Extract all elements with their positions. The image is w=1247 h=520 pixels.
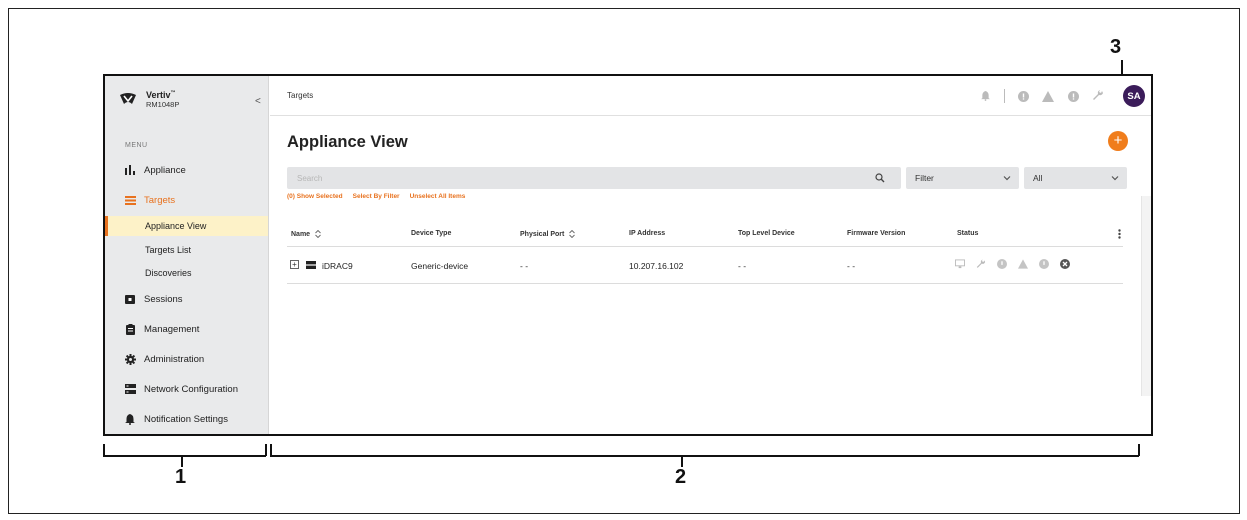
scope-select-value: All <box>1033 173 1043 183</box>
filter-select[interactable]: Filter <box>906 167 1019 189</box>
sidebar-item-notification-settings[interactable]: Notification Settings <box>105 407 268 431</box>
brand-model: RM1048P <box>146 100 180 109</box>
collapse-sidebar-button[interactable]: < <box>255 96 261 107</box>
sidebar-item-label: Sessions <box>144 293 183 305</box>
select-by-filter-link[interactable]: Select By Filter <box>353 193 400 200</box>
chevron-down-icon <box>1003 176 1011 181</box>
sidebar-item-label: Network Configuration <box>144 383 238 395</box>
user-avatar[interactable]: SA <box>1123 85 1145 107</box>
sidebar-item-label: Targets <box>144 194 176 206</box>
column-options-icon[interactable] <box>1118 229 1121 239</box>
vertiv-logo-icon <box>120 93 136 104</box>
column-header-device-type[interactable]: Device Type <box>411 230 451 237</box>
cell-ip-address: 10.207.16.102 <box>629 261 684 271</box>
error-icon[interactable] <box>1060 259 1070 269</box>
sidebar-subitem-targets-list[interactable]: Targets List <box>105 240 268 260</box>
breadcrumb: Targets <box>287 91 314 100</box>
cell-firmware-version: - - <box>847 261 856 271</box>
bracket-1-base <box>103 455 266 457</box>
search-input[interactable] <box>287 167 867 189</box>
callout-2: 2 <box>675 466 687 488</box>
column-header-top-level-device[interactable]: Top Level Device <box>738 230 795 237</box>
scrollbar[interactable] <box>1141 196 1151 396</box>
cell-physical-port: - - <box>520 261 529 271</box>
search-bar <box>287 167 901 189</box>
table-header: Name Device Type Physical Port IP Addres… <box>287 221 1123 247</box>
wrench-icon[interactable] <box>976 259 986 269</box>
filter-select-value: Filter <box>915 173 934 183</box>
application-screen: Vertiv™ RM1048P < MENU Appliance Targets… <box>103 74 1153 436</box>
sidebar-item-targets[interactable]: Targets <box>105 188 268 212</box>
sort-icon[interactable] <box>315 230 321 238</box>
column-header-firmware-version[interactable]: Firmware Version <box>847 230 905 237</box>
selection-links: (0) Show Selected Select By Filter Unsel… <box>287 193 475 200</box>
cell-status <box>955 259 1081 269</box>
column-header-ip-address[interactable]: IP Address <box>629 230 665 237</box>
search-icon[interactable] <box>875 173 885 183</box>
sidebar: Vertiv™ RM1048P < MENU Appliance Targets… <box>105 76 269 434</box>
warning-icon[interactable] <box>1041 89 1055 103</box>
alert-icon[interactable] <box>1039 259 1049 269</box>
warning-icon[interactable] <box>1018 259 1028 269</box>
table-row[interactable]: + iDRAC9 Generic-device - - 10.207.16.10… <box>287 247 1123 284</box>
sidebar-item-label: Administration <box>144 353 205 365</box>
bracket-2-base <box>270 455 1139 457</box>
sidebar-item-appliance[interactable]: Appliance <box>105 158 268 182</box>
unselect-all-link[interactable]: Unselect All Items <box>410 193 466 200</box>
show-selected-link[interactable]: (0) Show Selected <box>287 193 343 200</box>
sidebar-subitem-appliance-view[interactable]: Appliance View <box>105 216 268 236</box>
top-bar: Targets SA <box>270 76 1151 116</box>
sidebar-item-administration[interactable]: Administration <box>105 347 268 371</box>
bar-chart-icon <box>124 164 136 176</box>
server-icon <box>306 261 316 269</box>
menu-label: MENU <box>125 142 148 149</box>
sort-icon[interactable] <box>569 230 576 238</box>
column-header-physical-port[interactable]: Physical Port <box>520 230 576 238</box>
info-icon[interactable] <box>997 259 1007 269</box>
header-divider <box>1004 89 1005 103</box>
info-icon[interactable] <box>1016 89 1030 103</box>
cell-name[interactable]: iDRAC9 <box>322 261 353 271</box>
callout-1: 1 <box>175 466 187 488</box>
clipboard-icon <box>124 323 136 335</box>
sidebar-item-label: Management <box>144 323 200 335</box>
header-icons: SA <box>967 84 1145 108</box>
sidebar-subitem-discoveries[interactable]: Discoveries <box>105 263 268 283</box>
main-content: Targets SA Appliance View + Search Filte… <box>270 76 1151 434</box>
chevron-down-icon <box>1111 176 1119 181</box>
sidebar-item-sessions[interactable]: Sessions <box>105 287 268 311</box>
monitor-icon <box>124 293 136 305</box>
network-icon <box>124 383 136 395</box>
cell-top-level-device: - - <box>738 261 747 271</box>
alert-icon[interactable] <box>1066 89 1080 103</box>
cell-device-type: Generic-device <box>411 261 469 271</box>
targets-table: Name Device Type Physical Port IP Addres… <box>287 221 1123 284</box>
sidebar-item-label: Notification Settings <box>144 413 228 425</box>
column-header-status[interactable]: Status <box>957 230 978 237</box>
expand-row-button[interactable]: + <box>290 260 299 269</box>
column-header-name[interactable]: Name <box>291 230 321 238</box>
brand: Vertiv™ RM1048P <box>119 84 179 114</box>
callout-3: 3 <box>1110 36 1122 58</box>
scope-select[interactable]: All <box>1024 167 1127 189</box>
sidebar-item-network-configuration[interactable]: Network Configuration <box>105 377 268 401</box>
brand-name: Vertiv™ <box>146 90 176 100</box>
gear-icon <box>124 353 136 365</box>
wrench-icon[interactable] <box>1091 89 1105 103</box>
add-button[interactable]: + <box>1108 131 1128 151</box>
bell-icon[interactable] <box>978 89 992 103</box>
page-title: Appliance View <box>287 133 408 151</box>
bell-icon <box>124 413 136 425</box>
sidebar-item-label: Appliance <box>144 164 186 176</box>
monitor-icon[interactable] <box>955 259 965 269</box>
list-icon <box>124 194 136 206</box>
sidebar-item-management[interactable]: Management <box>105 317 268 341</box>
